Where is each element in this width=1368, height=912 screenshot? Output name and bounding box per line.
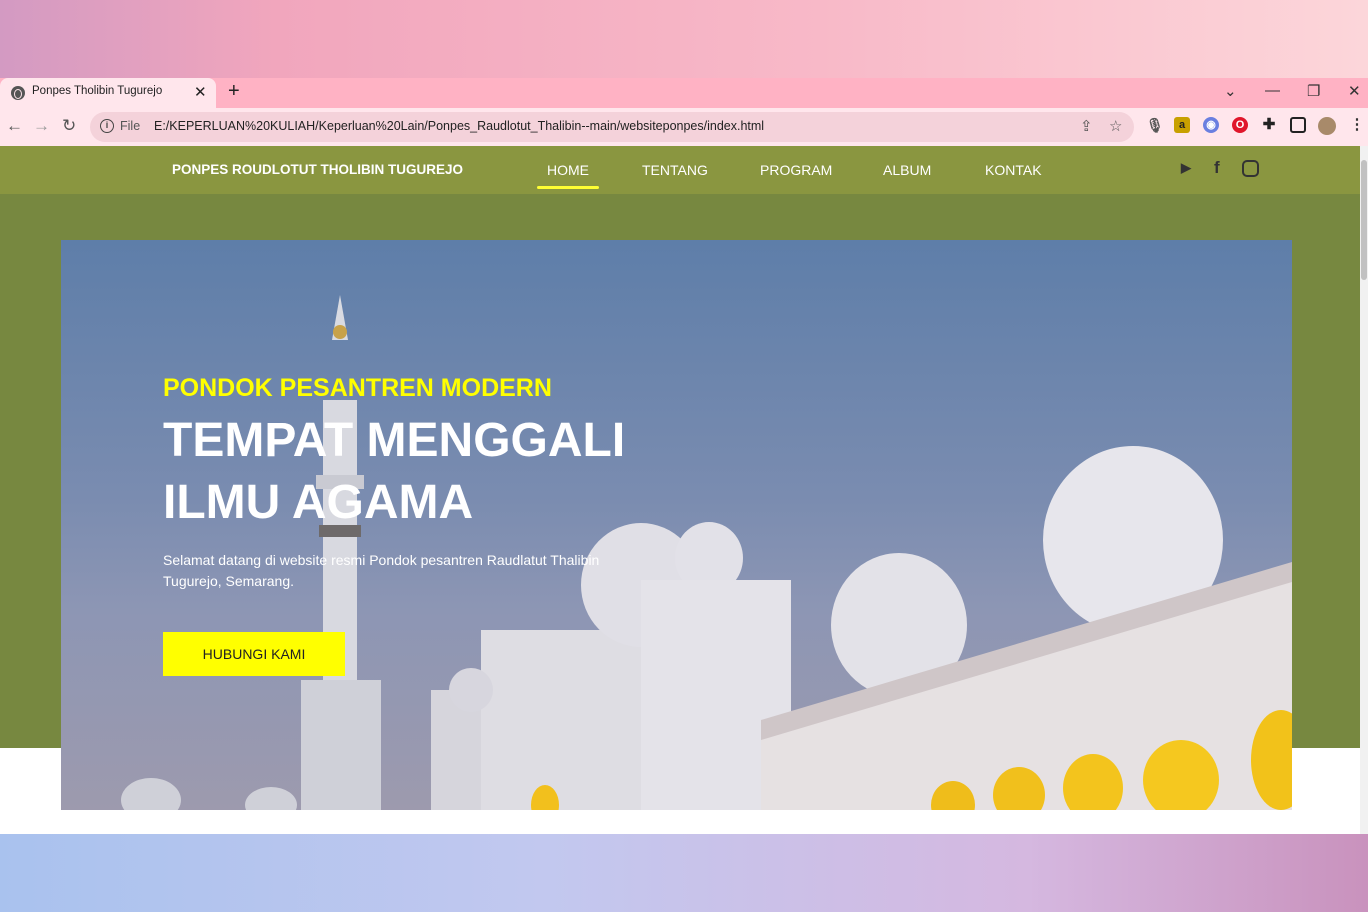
youtube-icon[interactable]: ▶: [1181, 160, 1191, 176]
globe-icon: [11, 86, 25, 100]
hero-kicker: PONDOK PESANTREN MODERN: [163, 374, 552, 402]
nav-home[interactable]: HOME: [537, 162, 599, 189]
nav-program[interactable]: PROGRAM: [760, 162, 832, 178]
tab-search-icon[interactable]: ⌄: [1224, 82, 1237, 100]
desktop-wallpaper-top: [0, 0, 1368, 78]
hero-headline: TEMPAT MENGGALI ILMU AGAMA: [163, 414, 626, 529]
info-icon[interactable]: i: [100, 119, 114, 133]
file-label: File: [120, 119, 141, 133]
share-icon[interactable]: ⇪: [1080, 117, 1093, 135]
desktop-wallpaper-bottom: [0, 834, 1368, 912]
contact-us-button[interactable]: HUBUNGI KAMI: [163, 632, 345, 676]
extensions-puzzle-icon[interactable]: ✚: [1261, 117, 1277, 133]
page-scrollbar[interactable]: [1360, 146, 1368, 834]
hero-banner: PONDOK PESANTREN MODERN TEMPAT MENGGALI …: [61, 240, 1292, 810]
facebook-icon[interactable]: f: [1214, 158, 1220, 178]
profile-avatar[interactable]: [1318, 117, 1336, 135]
scrollbar-thumb[interactable]: [1361, 160, 1367, 280]
forward-icon[interactable]: →: [33, 116, 50, 136]
opera-extension-icon[interactable]: O: [1232, 117, 1248, 133]
browser-window: Ponpes Tholibin Tugurejo ✕ + ⌄ — ❐ ✕ ← →…: [0, 78, 1368, 834]
minimize-button[interactable]: —: [1265, 82, 1280, 99]
address-bar-row: ← → ↻ i File E:/KEPERLUAN%20KULIAH/Keper…: [0, 108, 1368, 146]
nav-tentang[interactable]: TENTANG: [642, 162, 708, 178]
browser-tab[interactable]: Ponpes Tholibin Tugurejo ✕: [0, 78, 216, 108]
site-navbar: PONPES ROUDLOTUT THOLIBIN TUGUREJO HOME …: [0, 146, 1360, 194]
close-window-button[interactable]: ✕: [1348, 82, 1361, 100]
tab-title: Ponpes Tholibin Tugurejo: [32, 85, 163, 97]
tab-bar: Ponpes Tholibin Tugurejo ✕ + ⌄ — ❐ ✕: [0, 78, 1368, 108]
side-panel-icon[interactable]: [1290, 117, 1306, 133]
instagram-icon[interactable]: [1242, 160, 1259, 177]
close-tab-icon[interactable]: ✕: [194, 83, 207, 101]
omnibox[interactable]: i File E:/KEPERLUAN%20KULIAH/Keperluan%2…: [90, 112, 1134, 142]
mic-icon[interactable]: 🎙: [1146, 117, 1164, 133]
webpage: PONPES ROUDLOTUT THOLIBIN TUGUREJO HOME …: [0, 146, 1360, 834]
new-tab-button[interactable]: +: [228, 80, 240, 103]
menu-kebab-icon[interactable]: ⋮: [1349, 117, 1365, 133]
hero-description: Selamat datang di website resmi Pondok p…: [163, 552, 600, 589]
reload-icon[interactable]: ↻: [62, 116, 76, 136]
nav-kontak[interactable]: KONTAK: [985, 162, 1042, 178]
extension-icon[interactable]: a: [1174, 117, 1190, 133]
nav-album[interactable]: ALBUM: [883, 162, 931, 178]
bookmark-star-icon[interactable]: ☆: [1109, 117, 1122, 135]
url-text[interactable]: E:/KEPERLUAN%20KULIAH/Keperluan%20Lain/P…: [154, 119, 764, 133]
discord-extension-icon[interactable]: ◉: [1203, 117, 1219, 133]
back-icon[interactable]: ←: [6, 116, 23, 136]
restore-button[interactable]: ❐: [1307, 82, 1320, 100]
site-brand[interactable]: PONPES ROUDLOTUT THOLIBIN TUGUREJO: [172, 162, 463, 177]
